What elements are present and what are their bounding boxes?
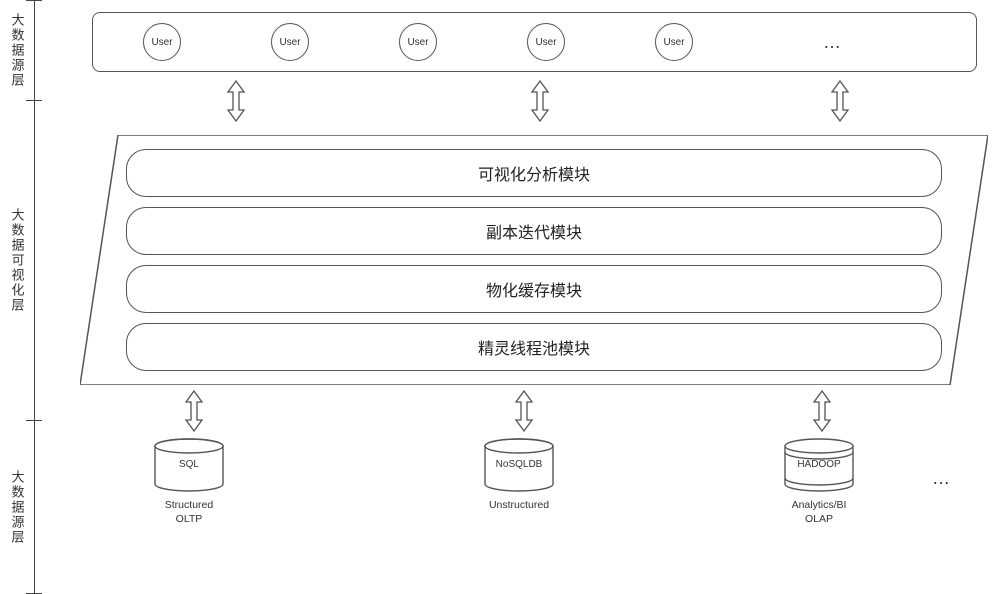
double-arrow-icon bbox=[812, 390, 832, 432]
double-arrow-icon bbox=[830, 80, 850, 122]
axis-line bbox=[34, 0, 35, 594]
layer-label-top: 大数据源层 bbox=[0, 0, 34, 100]
ellipsis-icon: … bbox=[932, 468, 952, 489]
double-arrow-icon bbox=[184, 390, 204, 432]
user-node: User bbox=[655, 23, 693, 61]
double-arrow-icon bbox=[226, 80, 246, 122]
module-replica-iteration: 副本迭代模块 bbox=[126, 207, 942, 255]
visualization-layer-box: 可视化分析模块 副本迭代模块 物化缓存模块 精灵线程池模块 bbox=[80, 135, 988, 385]
user-node: User bbox=[143, 23, 181, 61]
datasource-sql: SQL StructuredOLTP bbox=[152, 438, 226, 526]
module-daemon-thread-pool: 精灵线程池模块 bbox=[126, 323, 942, 371]
datasource-nosql: NoSQLDB Unstructured bbox=[482, 438, 556, 512]
datasource-hadoop: HADOOP Analytics/BIOLAP bbox=[782, 438, 856, 526]
datasource-layer: SQL StructuredOLTP NoSQLDB Unstructured … bbox=[92, 438, 982, 588]
module-materialized-cache: 物化缓存模块 bbox=[126, 265, 942, 313]
user-node: User bbox=[271, 23, 309, 61]
user-node: User bbox=[399, 23, 437, 61]
user-layer-box: User User User User User … bbox=[92, 12, 977, 72]
layer-label-middle: 大数据可视化层 bbox=[0, 100, 34, 420]
double-arrow-icon bbox=[530, 80, 550, 122]
user-node: User bbox=[527, 23, 565, 61]
layer-label-bottom: 大数据源层 bbox=[0, 420, 34, 594]
ellipsis-icon: … bbox=[823, 32, 843, 53]
double-arrow-icon bbox=[514, 390, 534, 432]
module-visual-analysis: 可视化分析模块 bbox=[126, 149, 942, 197]
